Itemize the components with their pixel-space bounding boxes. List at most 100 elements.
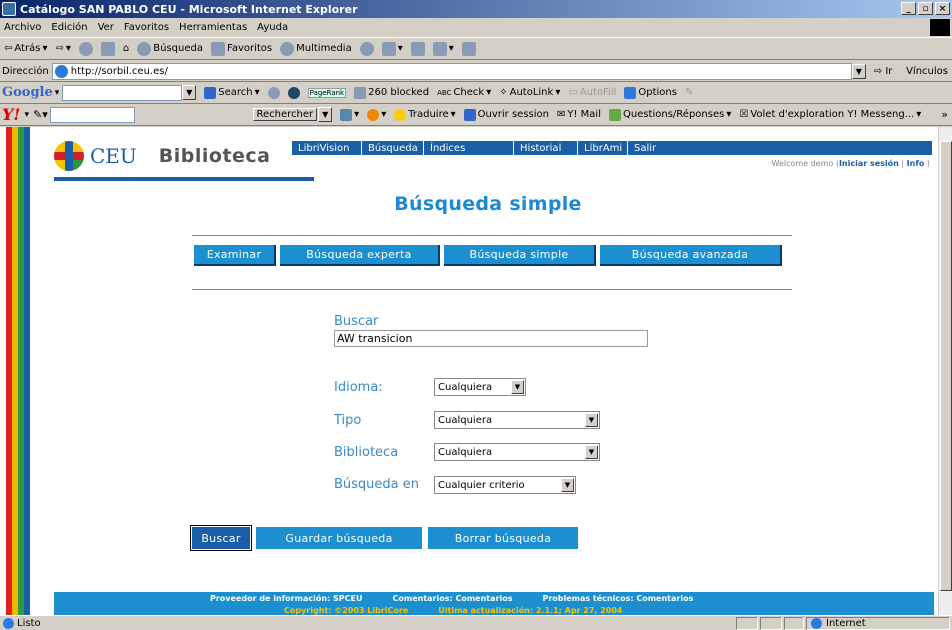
traduire-button[interactable]: Traduire ▾ — [394, 108, 456, 121]
google-logo[interactable]: Google — [2, 85, 53, 100]
biblioteca-label: Biblioteca — [334, 445, 399, 460]
buscar-button[interactable]: Buscar — [190, 525, 252, 551]
menu-archivo[interactable]: Archivo — [4, 22, 41, 33]
google-options-button[interactable]: Options — [624, 86, 677, 99]
history-button[interactable] — [359, 41, 374, 56]
ceu-logo[interactable]: CEU Biblioteca — [54, 141, 271, 171]
session-icon — [463, 108, 476, 121]
nav-salir[interactable]: Salir — [628, 141, 678, 155]
autolink-button[interactable]: ✧ AutoLink ▾ — [499, 87, 560, 98]
highlight-button[interactable]: ✎ — [685, 87, 693, 98]
yahoo-toolbar: Y! ▾ ✎▾ Rechercher ▼ ▾ ▾ Traduire ▾ Ouvri… — [0, 104, 952, 126]
google-news-button[interactable] — [287, 86, 300, 99]
tipo-label: Tipo — [334, 413, 362, 428]
menu-ayuda[interactable]: Ayuda — [257, 22, 288, 33]
volet-exploration-button[interactable]: ☒ Volet d'exploration Y! Messeng... ▾ — [739, 109, 921, 120]
menu-herramientas[interactable]: Herramientas — [179, 22, 247, 33]
yahoo-mail-button[interactable]: ✉ Y! Mail — [557, 109, 601, 120]
google-search-dropdown[interactable]: ▼ — [182, 85, 197, 100]
idioma-select[interactable]: Cualquiera ▼ — [434, 378, 526, 396]
tab-busqueda-experta[interactable]: Búsqueda experta — [280, 245, 440, 266]
window-titlebar: Catálogo SAN PABLO CEU - Microsoft Inter… — [0, 0, 952, 18]
yahoo-logo[interactable]: Y! — [2, 105, 20, 124]
ouvrir-session-button[interactable]: Ouvrir session — [463, 108, 549, 121]
status-text: Listo — [17, 617, 41, 629]
favorites-button[interactable]: Favoritos — [210, 41, 272, 56]
close-button[interactable]: × — [935, 2, 950, 15]
yahoo-pencil-icon[interactable]: ✎▾ — [33, 108, 48, 121]
address-bar: Dirección http://sorbil.ceu.es/ ▼ ⇨ Ir V… — [0, 61, 952, 82]
nav-busqueda[interactable]: Búsqueda — [362, 141, 424, 155]
footer-actualizacion: Última actualización: 2.1.1; Apr 27, 200… — [438, 605, 623, 615]
menu-edicion[interactable]: Edición — [51, 22, 87, 33]
links-button[interactable]: Vínculos — [906, 66, 948, 77]
footer-bar: Proveedor de información: SPCEU Comentar… — [54, 592, 934, 605]
address-input[interactable]: http://sorbil.ceu.es/ — [51, 62, 852, 80]
discuss-icon — [461, 41, 476, 56]
go-button[interactable]: ⇨ Ir — [874, 66, 893, 77]
page-viewport: CEU Biblioteca LibriVision Búsqueda Índi… — [0, 127, 938, 615]
search-button[interactable]: Búsqueda — [137, 41, 203, 56]
scrollbar-thumb[interactable] — [940, 141, 952, 591]
status-cell-1 — [736, 617, 758, 630]
toolbar-overflow-icon[interactable]: » — [941, 108, 948, 121]
autofill-button[interactable]: ▭ AutoFill — [568, 87, 616, 98]
multimedia-icon — [280, 41, 295, 56]
buscar-input[interactable]: AW transicion — [334, 330, 648, 347]
edit-button[interactable]: ▾ — [432, 41, 454, 56]
forward-arrow-icon: ⇨ — [55, 43, 64, 54]
back-button[interactable]: ⇦ Atrás ▾ — [4, 43, 47, 54]
minimize-button[interactable]: _ — [901, 2, 916, 15]
home-button[interactable]: ⌂ — [123, 43, 129, 54]
nav-indices[interactable]: Índices — [424, 141, 514, 155]
login-link[interactable]: Iniciar sesión — [839, 159, 899, 168]
nav-librami[interactable]: LibrAmi — [578, 141, 628, 155]
questions-reponses-button[interactable]: Questions/Réponses ▾ — [608, 108, 731, 121]
google-search-input[interactable] — [62, 84, 183, 101]
tab-examinar[interactable]: Examinar — [194, 245, 276, 266]
rechercher-dropdown[interactable]: ▼ — [318, 107, 333, 122]
nav-librivision[interactable]: LibriVision — [292, 141, 362, 155]
status-bar: Listo Internet — [0, 615, 952, 630]
yahoo-bookmarks-button[interactable]: ▾ — [340, 108, 359, 121]
mail-button[interactable]: ▾ — [381, 41, 403, 56]
page-title: Búsqueda simple — [394, 193, 582, 215]
ceu-cross-icon — [54, 141, 84, 171]
vertical-scrollbar[interactable] — [938, 127, 952, 615]
discuss-button[interactable] — [461, 41, 476, 56]
internet-globe-icon — [811, 618, 822, 629]
multimedia-button[interactable]: Multimedia — [280, 41, 352, 56]
spell-check-button[interactable]: ABC Check ▾ — [437, 87, 491, 98]
yahoo-plus-button[interactable]: ▾ — [367, 108, 386, 121]
biblioteca-select[interactable]: Cualquiera ▼ — [434, 443, 600, 461]
refresh-button[interactable] — [100, 41, 115, 56]
pagerank-indicator[interactable]: PageRank — [307, 87, 347, 98]
address-dropdown-button[interactable]: ▼ — [851, 63, 866, 79]
ie-app-icon — [2, 2, 16, 16]
autolink-icon: ✧ — [499, 87, 508, 98]
rechercher-button[interactable]: Rechercher — [252, 108, 318, 121]
footer-comentarios[interactable]: Comentarios: Comentarios — [392, 594, 512, 603]
menu-ver[interactable]: Ver — [98, 22, 114, 33]
borrar-busqueda-button[interactable]: Borrar búsqueda — [428, 527, 578, 549]
google-search-button[interactable]: Search ▾ — [204, 86, 260, 99]
nav-historial[interactable]: Historial — [514, 141, 578, 155]
info-link[interactable]: Info — [907, 159, 925, 168]
mail-icon — [381, 41, 396, 56]
tab-busqueda-simple[interactable]: Búsqueda simple — [444, 245, 596, 266]
busqueda-en-select[interactable]: Cualquier criterio ▼ — [434, 476, 576, 494]
google-site-search-button[interactable] — [267, 86, 280, 99]
tab-busqueda-avanzada[interactable]: Búsqueda avanzada — [600, 245, 782, 266]
guardar-busqueda-button[interactable]: Guardar búsqueda — [256, 527, 422, 549]
print-button[interactable] — [410, 41, 425, 56]
stop-button[interactable] — [78, 41, 93, 56]
divider-top — [192, 235, 792, 236]
tipo-select[interactable]: Cualquiera ▼ — [434, 411, 600, 429]
forward-button[interactable]: ⇨ ▾ — [55, 43, 70, 54]
footer-problemas[interactable]: Problemas técnicos: Comentarios — [542, 594, 693, 603]
yahoo-search-input[interactable] — [49, 106, 135, 123]
popup-blocker-button[interactable]: 260 blocked — [354, 86, 429, 99]
maximize-button[interactable]: ▫ — [918, 2, 933, 15]
menu-favoritos[interactable]: Favoritos — [124, 22, 169, 33]
google-g-icon — [204, 86, 217, 99]
